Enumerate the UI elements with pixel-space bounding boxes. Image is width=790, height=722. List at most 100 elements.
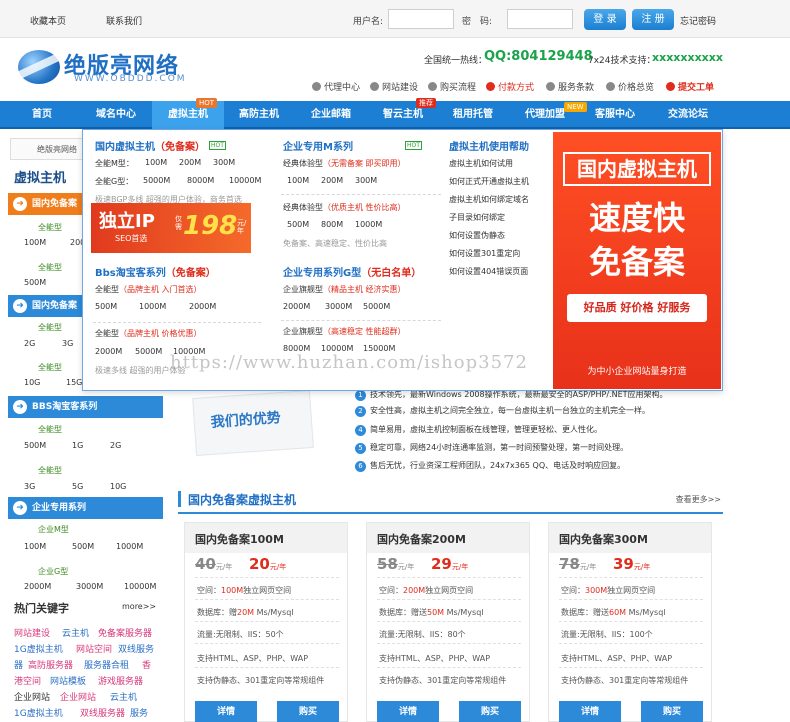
hotword-link[interactable]: 企业网站 [60, 690, 96, 703]
menu-heading-enterprise-g[interactable]: 企业专用系列G型（无白名单） [283, 264, 421, 279]
quick-link-payment[interactable]: 付款方式 [486, 80, 534, 93]
forgot-password-link[interactable]: 忘记密码 [680, 14, 716, 27]
hotword-link[interactable]: 香 [142, 658, 151, 671]
sidebar-sub[interactable]: 企业M型 [38, 524, 69, 535]
quick-link-purchase[interactable]: 购买流程 [428, 80, 476, 93]
login-button[interactable]: 登 录 [584, 9, 626, 30]
hotword-link[interactable]: 网站建设 [14, 626, 50, 639]
nav-forum[interactable]: 交流论坛 [652, 101, 724, 129]
quick-link-ticket[interactable]: 提交工单 [666, 80, 714, 93]
buy-button[interactable]: 购买 [277, 701, 339, 722]
menu-heading-help[interactable]: 虚拟主机使用帮助 [449, 138, 529, 153]
sidebar-item[interactable]: 3G [24, 482, 35, 491]
menu-item[interactable]: 10000M [229, 176, 261, 185]
nav-domain[interactable]: 域名中心 [76, 101, 156, 129]
nav-enterprise-mail[interactable]: 企业邮箱 [296, 101, 366, 129]
menu-item[interactable]: 200M [321, 176, 343, 185]
sidebar-group-bbs[interactable]: ➜ BBS淘宝客系列 [8, 396, 163, 418]
sidebar-item[interactable]: 500M [72, 542, 94, 551]
hotword-link[interactable]: 高防服务器 [28, 658, 73, 671]
menu-item[interactable]: 5000M [135, 347, 162, 356]
menu-item[interactable]: 2000M [95, 347, 122, 356]
sidebar-item[interactable]: 2G [24, 339, 35, 348]
hotword-link[interactable]: 1G虚拟主机 [14, 706, 63, 719]
sidebar-item[interactable]: 15G [66, 378, 82, 387]
sidebar-item[interactable]: 500M [24, 278, 46, 287]
hotword-link[interactable]: 双线服务 [118, 642, 154, 655]
hotword-link[interactable]: 免备案服务器 [98, 626, 152, 639]
sidebar-item[interactable]: 2G [110, 441, 121, 450]
sidebar-sub[interactable]: 全能型 [38, 222, 62, 233]
sidebar-sub[interactable]: 企业G型 [38, 566, 68, 577]
hotword-link[interactable]: 服务 [130, 706, 148, 719]
menu-item[interactable]: 2000M [283, 302, 310, 311]
menu-item[interactable]: 500M [95, 302, 117, 311]
sidebar-item[interactable]: 2000M [24, 582, 51, 591]
sidebar-sub[interactable]: 全能型 [38, 424, 62, 435]
help-link[interactable]: 如何设置伪静态 [449, 230, 505, 241]
sidebar-item[interactable]: 5G [72, 482, 83, 491]
breadcrumb-text[interactable]: 绝版亮网络 [37, 144, 77, 155]
sidebar-item[interactable]: 3G [62, 339, 73, 348]
help-link[interactable]: 虚拟主机如何试用 [449, 158, 513, 169]
hotword-link[interactable]: 网站空间 [76, 642, 112, 655]
help-link[interactable]: 子目录如何绑定 [449, 212, 505, 223]
nav-ddos-host[interactable]: 高防主机 [224, 101, 294, 129]
promo-banner[interactable]: 国内虚拟主机 速度快 免备案 好品质 好价格 好服务 为中小企业网站量身打造 [553, 132, 721, 389]
nav-service[interactable]: 客服中心 [580, 101, 650, 129]
menu-item[interactable]: 5000M [143, 176, 170, 185]
hotword-link[interactable]: 1G虚拟主机 [14, 642, 63, 655]
detail-button[interactable]: 详情 [377, 701, 439, 722]
hotword-link[interactable]: 器 [14, 658, 23, 671]
sidebar-item[interactable]: 1000M [116, 542, 143, 551]
nav-home[interactable]: 首页 [0, 101, 84, 129]
detail-button[interactable]: 详情 [195, 701, 257, 722]
menu-item[interactable]: 1000M [139, 302, 166, 311]
menu-heading-domestic[interactable]: 国内虚拟主机（免备案） [95, 138, 205, 153]
hotword-link[interactable]: 港空间 [14, 674, 41, 687]
menu-heading-bbs[interactable]: Bbs淘宝客系列（免备案） [95, 264, 216, 279]
nav-hosting[interactable]: 租用托管 [438, 101, 508, 129]
sidebar-group-enterprise[interactable]: ➜ 企业专用系列 [8, 497, 163, 519]
sidebar-sub[interactable]: 全能型 [38, 465, 62, 476]
sidebar-sub[interactable]: 全能型 [38, 362, 62, 373]
buy-button[interactable]: 购买 [641, 701, 703, 722]
sidebar-item[interactable]: 3000M [76, 582, 103, 591]
menu-item[interactable]: 300M [213, 158, 235, 167]
quick-link-website[interactable]: 网站建设 [370, 80, 418, 93]
menu-item[interactable]: 8000M [187, 176, 214, 185]
hotword-link[interactable]: 双线服务器 [80, 706, 125, 719]
menu-item[interactable]: 300M [355, 176, 377, 185]
help-link[interactable]: 如何设置301重定向 [449, 248, 520, 259]
menu-item[interactable]: 500M [287, 220, 309, 229]
password-input[interactable] [507, 9, 573, 29]
menu-heading-enterprise-m[interactable]: 企业专用M系列 [283, 138, 353, 153]
buy-button[interactable]: 购买 [459, 701, 521, 722]
menu-item[interactable]: 3000M [325, 302, 352, 311]
logo-icon[interactable] [18, 50, 60, 84]
menu-item[interactable]: 100M [145, 158, 167, 167]
hotword-link[interactable]: 游戏服务器 [98, 674, 143, 687]
sidebar-sub[interactable]: 全能型 [38, 262, 62, 273]
help-link[interactable]: 如何设置404错误页面 [449, 266, 528, 277]
sidebar-item[interactable]: 1G [72, 441, 83, 450]
username-input[interactable] [388, 9, 454, 29]
menu-item[interactable]: 800M [321, 220, 343, 229]
hotword-link[interactable]: 网站模板 [50, 674, 86, 687]
favorite-link[interactable]: 收藏本页 [30, 14, 66, 27]
sidebar-item[interactable]: 500M [24, 441, 46, 450]
help-link[interactable]: 如何正式开通虚拟主机 [449, 176, 529, 187]
contact-link[interactable]: 联系我们 [106, 14, 142, 27]
hotword-link[interactable]: 云主机 [110, 690, 137, 703]
ip-ad-banner[interactable]: 独立IP SEO首选 仅需 198 元/年 [91, 203, 251, 253]
hotword-link[interactable]: 云主机 [62, 626, 89, 639]
menu-item[interactable]: 5000M [363, 302, 390, 311]
quick-link-agent[interactable]: 代理中心 [312, 80, 360, 93]
sidebar-item[interactable]: 10G [110, 482, 126, 491]
sidebar-sub[interactable]: 全能型 [38, 322, 62, 333]
detail-button[interactable]: 详情 [559, 701, 621, 722]
sidebar-item[interactable]: 100M [24, 542, 46, 551]
quick-link-prices[interactable]: 价格总览 [606, 80, 654, 93]
hotwords-more-link[interactable]: more>> [122, 602, 156, 611]
sidebar-item[interactable]: 10G [24, 378, 40, 387]
